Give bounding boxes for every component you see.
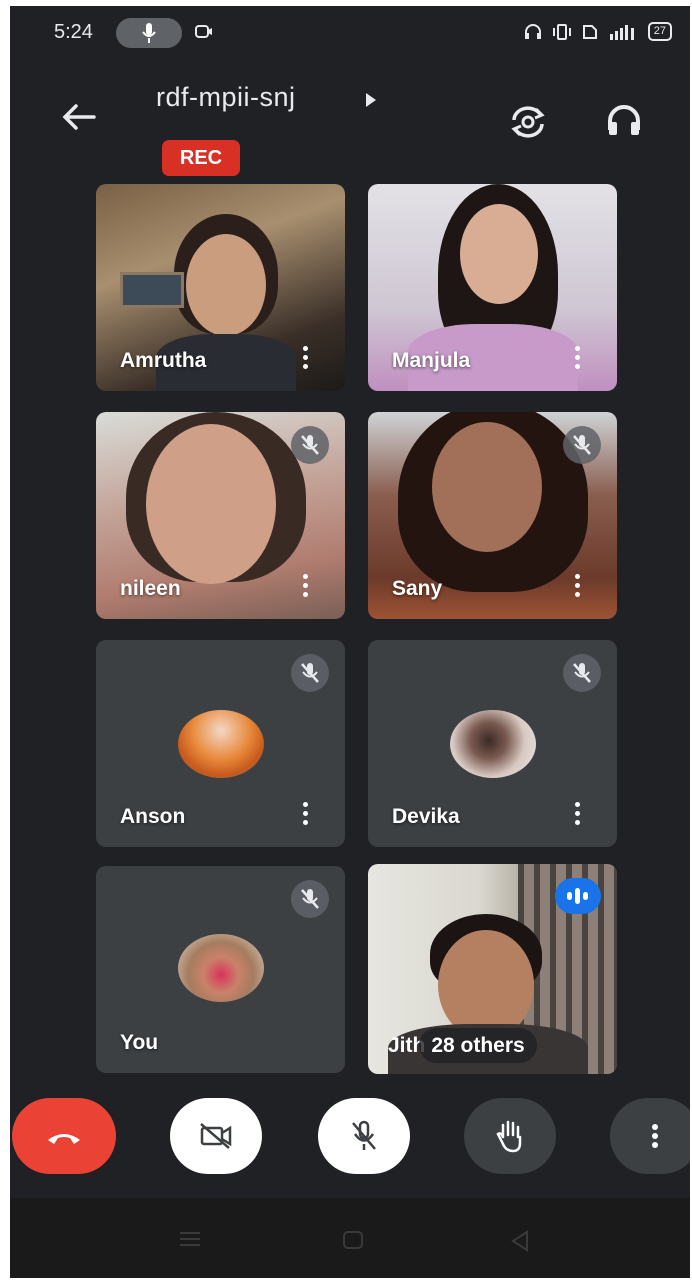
mic-off-icon: [301, 889, 319, 909]
window-background: [120, 272, 184, 308]
back-arrow-icon[interactable]: [62, 104, 96, 130]
mic-toggle-button[interactable]: [318, 1098, 410, 1174]
participant-face: [146, 424, 276, 584]
muted-indicator: [563, 426, 601, 464]
participant-tile[interactable]: Anson: [96, 640, 345, 847]
muted-indicator: [291, 880, 329, 918]
mic-off-icon: [573, 435, 591, 455]
headset-status-icon: [524, 23, 541, 39]
participant-tile[interactable]: Devika: [368, 640, 617, 847]
more-vert-icon[interactable]: [303, 802, 309, 829]
mic-off-icon: [301, 663, 319, 683]
mic-off-icon: [573, 663, 591, 683]
muted-indicator: [291, 654, 329, 692]
more-vert-icon[interactable]: [575, 802, 581, 829]
participant-face: [432, 422, 542, 552]
home-icon[interactable]: [342, 1230, 364, 1250]
end-call-button[interactable]: [12, 1098, 116, 1174]
participant-tile[interactable]: Sany: [368, 412, 617, 619]
participant-name: Amrutha: [120, 349, 207, 372]
sim-icon: [582, 24, 597, 39]
audio-output-icon[interactable]: [606, 104, 642, 138]
others-tile[interactable]: Jith 28 others: [368, 864, 617, 1074]
back-nav-icon[interactable]: [510, 1230, 530, 1252]
video-off-icon: [200, 1123, 232, 1149]
system-icons: 27: [524, 22, 672, 41]
speaking-indicator: [555, 878, 601, 914]
system-nav-bar: [10, 1198, 690, 1278]
more-options-button[interactable]: [610, 1098, 690, 1174]
mic-in-use-indicator: [116, 18, 182, 48]
caret-right-icon[interactable]: [364, 92, 378, 108]
more-vert-icon[interactable]: [303, 346, 309, 373]
mic-off-icon: [352, 1120, 376, 1150]
participant-tile[interactable]: nileen: [96, 412, 345, 619]
more-vert-icon[interactable]: [575, 346, 581, 373]
meeting-code[interactable]: rdf-mpii-snj: [156, 82, 296, 113]
more-vert-icon[interactable]: [303, 574, 309, 601]
muted-indicator: [291, 426, 329, 464]
vibrate-icon: [552, 23, 571, 40]
participant-name: Sany: [392, 577, 443, 600]
self-tile[interactable]: You: [96, 866, 345, 1073]
muted-indicator: [563, 654, 601, 692]
more-vert-icon: [652, 1124, 658, 1148]
recording-badge: REC: [162, 140, 240, 176]
mic-icon: [142, 23, 156, 43]
participant-face: [460, 204, 538, 304]
phone-hangup-icon: [48, 1134, 80, 1144]
participant-name: Devika: [392, 805, 460, 828]
others-count: 28 others: [419, 1028, 537, 1063]
mic-off-icon: [301, 435, 319, 455]
menu-icon[interactable]: [178, 1230, 202, 1248]
participant-tile[interactable]: Manjula: [368, 184, 617, 391]
status-bar: 5:24 27: [10, 6, 690, 62]
switch-camera-icon[interactable]: [508, 104, 548, 140]
more-vert-icon[interactable]: [575, 574, 581, 601]
others-label: Jith 28 others: [388, 1028, 537, 1063]
call-controls: [10, 1098, 690, 1182]
participant-tile[interactable]: Amrutha: [96, 184, 345, 391]
avatar: [450, 710, 536, 778]
participant-name: nileen: [120, 577, 181, 600]
avatar: [178, 710, 264, 778]
camera-toggle-button[interactable]: [170, 1098, 262, 1174]
meet-screen: 5:24 27 rdf-mpii-snj REC Amrutha Manjula: [10, 6, 690, 1278]
battery-indicator: 27: [647, 22, 672, 41]
raise-hand-button[interactable]: [464, 1098, 556, 1174]
participant-name: Manjula: [392, 349, 471, 372]
avatar: [178, 934, 264, 1002]
participant-name: You: [120, 1031, 159, 1054]
participant-face: [186, 234, 266, 336]
status-time: 5:24: [54, 21, 93, 43]
participant-name: Anson: [120, 805, 186, 828]
raise-hand-icon: [496, 1120, 522, 1153]
signal-icon: [609, 24, 634, 40]
screen-record-icon: [195, 25, 212, 38]
